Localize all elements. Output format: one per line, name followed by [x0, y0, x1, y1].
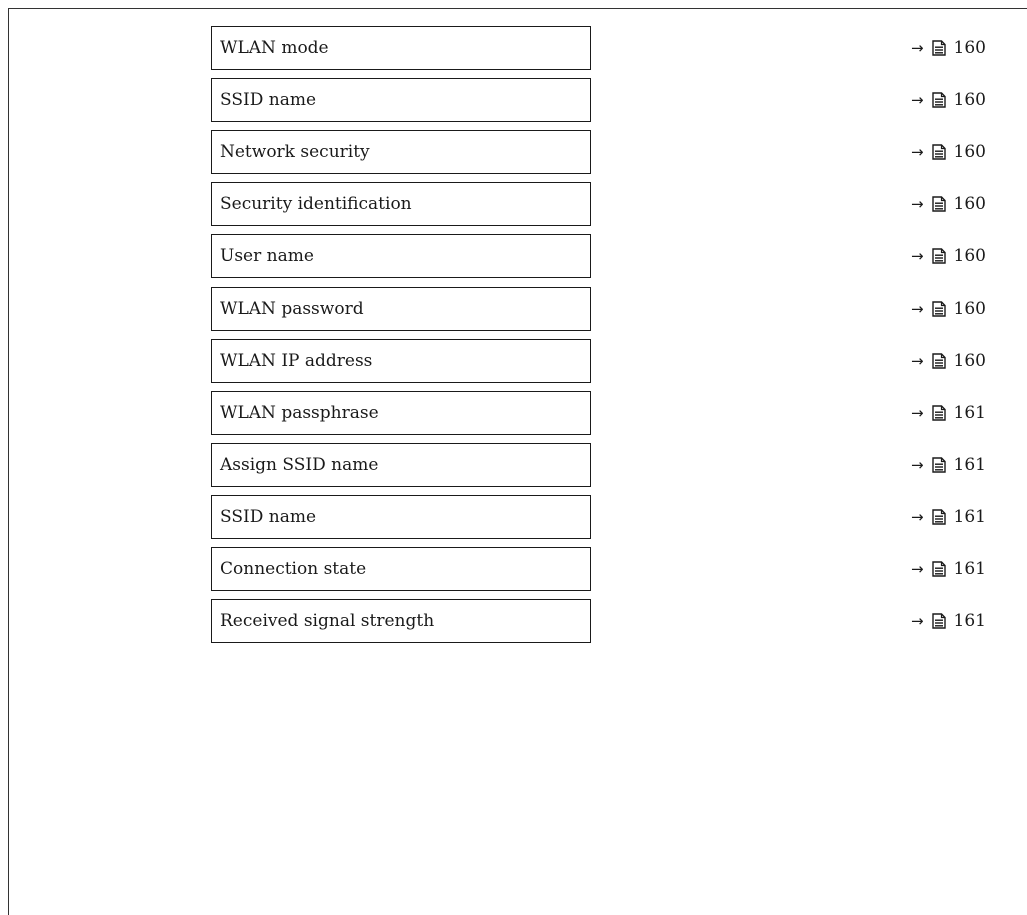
page-reference-icon: [931, 196, 946, 212]
page-number: 160: [953, 142, 986, 163]
page-reference[interactable]: → 160: [911, 78, 986, 122]
page-number: 161: [953, 559, 986, 579]
parameter-row: Connection state → 161: [0, 547, 1027, 591]
page-number: 161: [953, 454, 986, 475]
page-number: 161: [953, 611, 986, 632]
page-reference-icon: [931, 300, 946, 317]
arrow-right-icon: →: [910, 455, 924, 474]
arrow-right-icon: →: [910, 560, 924, 578]
page-reference[interactable]: → 160: [911, 234, 986, 278]
parameter-row: WLAN passphrase → 161: [0, 390, 1027, 435]
parameter-box[interactable]: Security identification: [211, 182, 591, 227]
arrow-right-icon: →: [910, 39, 924, 57]
parameter-row: SSID name → 160: [0, 78, 1027, 123]
page-number: 160: [953, 38, 986, 58]
parameter-row: Network security → 160: [0, 130, 1027, 175]
arrow-right-icon: →: [910, 91, 924, 110]
page-number: 161: [953, 506, 986, 527]
parameter-row: Received signal strength → 161: [0, 599, 1027, 644]
parameter-row: WLAN password → 160: [0, 286, 1027, 331]
page-reference[interactable]: → 161: [911, 599, 986, 643]
arrow-right-icon: →: [910, 143, 924, 162]
parameter-row: Assign SSID name → 161: [0, 442, 1027, 487]
parameter-row: Security identification → 160: [0, 182, 1027, 227]
page-reference[interactable]: → 160: [911, 130, 986, 174]
parameter-box[interactable]: WLAN IP address: [211, 338, 591, 383]
page-reference[interactable]: → 160: [911, 287, 986, 331]
page-reference-icon: [931, 144, 946, 160]
page-reference[interactable]: → 161: [911, 443, 986, 487]
page-reference-icon: [931, 248, 946, 265]
arrow-right-icon: →: [910, 351, 924, 370]
parameter-box[interactable]: WLAN mode: [211, 26, 591, 70]
parameter-box[interactable]: WLAN passphrase: [211, 390, 591, 435]
page-reference[interactable]: → 160: [911, 182, 986, 226]
arrow-right-icon: →: [910, 612, 924, 631]
arrow-right-icon: →: [910, 299, 924, 318]
page-reference-icon: [931, 92, 946, 108]
page-reference[interactable]: → 160: [911, 26, 986, 70]
parameter-box[interactable]: WLAN password: [211, 286, 591, 331]
page-reference[interactable]: → 161: [911, 495, 986, 539]
page-reference-icon: [931, 509, 946, 525]
page-number: 160: [953, 246, 986, 267]
page-reference-icon: [931, 40, 946, 56]
arrow-right-icon: →: [910, 247, 924, 266]
page-number: 160: [953, 90, 986, 111]
parameter-box[interactable]: Assign SSID name: [211, 442, 591, 487]
page-reference[interactable]: → 161: [911, 547, 986, 591]
page-number: 160: [953, 350, 986, 371]
page-number: 160: [953, 194, 986, 215]
page-reference-icon: [931, 561, 946, 577]
page-reference-icon: [931, 404, 946, 421]
page-number: 160: [953, 298, 986, 319]
parameter-row: WLAN IP address → 160: [0, 338, 1027, 383]
page-reference-icon: [931, 457, 946, 473]
parameter-box[interactable]: Network security: [211, 130, 591, 175]
page-reference[interactable]: → 160: [911, 339, 986, 383]
parameter-box[interactable]: Connection state: [211, 547, 591, 591]
parameter-box[interactable]: User name: [211, 234, 591, 279]
arrow-right-icon: →: [910, 507, 924, 526]
parameter-row: User name → 160: [0, 234, 1027, 279]
page-reference[interactable]: → 161: [911, 391, 986, 435]
page-reference-icon: [931, 613, 946, 629]
arrow-right-icon: →: [910, 403, 924, 422]
parameter-row: SSID name → 161: [0, 494, 1027, 539]
parameter-box[interactable]: SSID name: [211, 78, 591, 123]
parameter-row: WLAN mode → 160: [0, 26, 1027, 70]
page-number: 161: [953, 402, 986, 423]
parameter-box[interactable]: Received signal strength: [211, 599, 591, 644]
parameter-box[interactable]: SSID name: [211, 494, 591, 539]
page-reference-icon: [931, 352, 946, 369]
arrow-right-icon: →: [910, 195, 924, 214]
